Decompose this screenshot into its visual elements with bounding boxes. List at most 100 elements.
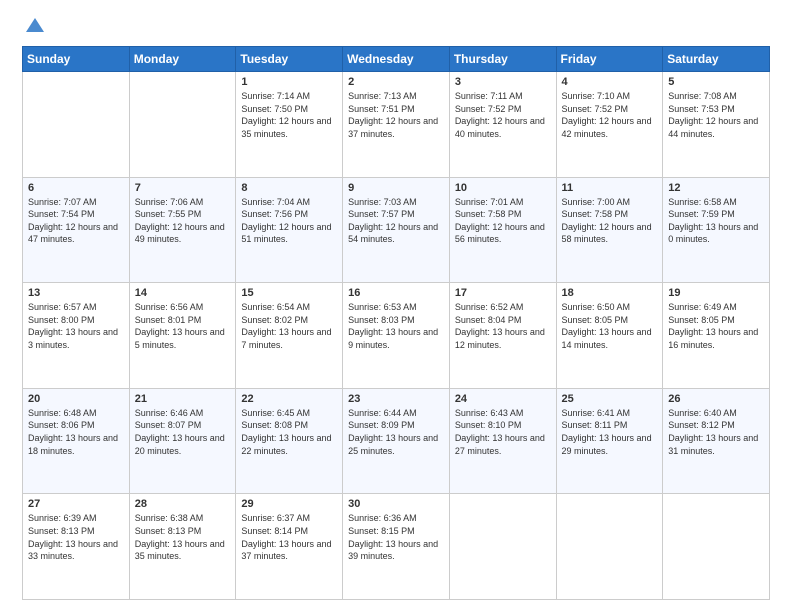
calendar-cell: 12 Sunrise: 6:58 AM Sunset: 7:59 PM Dayli… (663, 177, 770, 283)
day-number: 18 (562, 287, 658, 299)
day-info: Sunrise: 6:57 AM Sunset: 8:00 PM Dayligh… (28, 301, 124, 351)
calendar-cell: 13 Sunrise: 6:57 AM Sunset: 8:00 PM Dayli… (23, 283, 130, 389)
day-number: 17 (455, 287, 551, 299)
day-number: 10 (455, 182, 551, 194)
day-number: 24 (455, 393, 551, 405)
calendar-cell: 27 Sunrise: 6:39 AM Sunset: 8:13 PM Dayli… (23, 494, 130, 600)
calendar-cell: 28 Sunrise: 6:38 AM Sunset: 8:13 PM Dayli… (129, 494, 236, 600)
calendar-cell: 10 Sunrise: 7:01 AM Sunset: 7:58 PM Dayli… (449, 177, 556, 283)
day-info: Sunrise: 6:53 AM Sunset: 8:03 PM Dayligh… (348, 301, 444, 351)
day-number: 5 (668, 76, 764, 88)
day-number: 2 (348, 76, 444, 88)
calendar-cell: 3 Sunrise: 7:11 AM Sunset: 7:52 PM Daylig… (449, 72, 556, 178)
day-number: 14 (135, 287, 231, 299)
day-info: Sunrise: 7:06 AM Sunset: 7:55 PM Dayligh… (135, 196, 231, 246)
day-info: Sunrise: 7:10 AM Sunset: 7:52 PM Dayligh… (562, 90, 658, 140)
calendar-cell: 14 Sunrise: 6:56 AM Sunset: 8:01 PM Dayli… (129, 283, 236, 389)
calendar-cell: 15 Sunrise: 6:54 AM Sunset: 8:02 PM Dayli… (236, 283, 343, 389)
day-number: 22 (241, 393, 337, 405)
calendar-cell: 7 Sunrise: 7:06 AM Sunset: 7:55 PM Daylig… (129, 177, 236, 283)
day-info: Sunrise: 6:41 AM Sunset: 8:11 PM Dayligh… (562, 407, 658, 457)
day-number: 6 (28, 182, 124, 194)
calendar-header-sunday: Sunday (23, 47, 130, 72)
calendar-header-friday: Friday (556, 47, 663, 72)
day-info: Sunrise: 7:00 AM Sunset: 7:58 PM Dayligh… (562, 196, 658, 246)
day-number: 16 (348, 287, 444, 299)
calendar-cell (663, 494, 770, 600)
day-info: Sunrise: 6:38 AM Sunset: 8:13 PM Dayligh… (135, 512, 231, 562)
day-info: Sunrise: 6:36 AM Sunset: 8:15 PM Dayligh… (348, 512, 444, 562)
day-number: 4 (562, 76, 658, 88)
day-info: Sunrise: 6:40 AM Sunset: 8:12 PM Dayligh… (668, 407, 764, 457)
logo-icon (24, 14, 46, 36)
day-info: Sunrise: 6:50 AM Sunset: 8:05 PM Dayligh… (562, 301, 658, 351)
day-info: Sunrise: 7:08 AM Sunset: 7:53 PM Dayligh… (668, 90, 764, 140)
calendar-week-3: 13 Sunrise: 6:57 AM Sunset: 8:00 PM Dayli… (23, 283, 770, 389)
day-number: 27 (28, 498, 124, 510)
calendar-cell: 29Sunrise: 6:37 AM Sunset: 8:14 PM Dayli… (236, 494, 343, 600)
day-info: Sunrise: 7:07 AM Sunset: 7:54 PM Dayligh… (28, 196, 124, 246)
day-number: 28 (135, 498, 231, 510)
day-info: Sunrise: 6:49 AM Sunset: 8:05 PM Dayligh… (668, 301, 764, 351)
day-number: 13 (28, 287, 124, 299)
header (22, 18, 770, 36)
day-number: 20 (28, 393, 124, 405)
day-number: 25 (562, 393, 658, 405)
day-number: 15 (241, 287, 337, 299)
day-number: 23 (348, 393, 444, 405)
day-info: Sunrise: 6:45 AM Sunset: 8:08 PM Dayligh… (241, 407, 337, 457)
calendar-table: SundayMondayTuesdayWednesdayThursdayFrid… (22, 46, 770, 600)
calendar-cell: 8 Sunrise: 7:04 AM Sunset: 7:56 PM Daylig… (236, 177, 343, 283)
day-number: 26 (668, 393, 764, 405)
day-info: Sunrise: 7:03 AM Sunset: 7:57 PM Dayligh… (348, 196, 444, 246)
calendar-cell: 21Sunrise: 6:46 AM Sunset: 8:07 PM Dayli… (129, 388, 236, 494)
calendar-cell: 30Sunrise: 6:36 AM Sunset: 8:15 PM Dayli… (343, 494, 450, 600)
calendar-header-wednesday: Wednesday (343, 47, 450, 72)
calendar-cell (449, 494, 556, 600)
day-info: Sunrise: 7:11 AM Sunset: 7:52 PM Dayligh… (455, 90, 551, 140)
calendar-cell: 11 Sunrise: 7:00 AM Sunset: 7:58 PM Dayli… (556, 177, 663, 283)
day-info: Sunrise: 6:52 AM Sunset: 8:04 PM Dayligh… (455, 301, 551, 351)
day-info: Sunrise: 6:56 AM Sunset: 8:01 PM Dayligh… (135, 301, 231, 351)
calendar-cell: 9 Sunrise: 7:03 AM Sunset: 7:57 PM Daylig… (343, 177, 450, 283)
calendar-cell (556, 494, 663, 600)
calendar-week-5: 27 Sunrise: 6:39 AM Sunset: 8:13 PM Dayli… (23, 494, 770, 600)
day-info: Sunrise: 7:01 AM Sunset: 7:58 PM Dayligh… (455, 196, 551, 246)
calendar-cell (129, 72, 236, 178)
day-info: Sunrise: 7:13 AM Sunset: 7:51 PM Dayligh… (348, 90, 444, 140)
calendar-cell: 5 Sunrise: 7:08 AM Sunset: 7:53 PM Daylig… (663, 72, 770, 178)
day-info: Sunrise: 6:43 AM Sunset: 8:10 PM Dayligh… (455, 407, 551, 457)
day-number: 29 (241, 498, 337, 510)
calendar-cell: 23 Sunrise: 6:44 AM Sunset: 8:09 PM Dayli… (343, 388, 450, 494)
calendar-header-thursday: Thursday (449, 47, 556, 72)
day-info: Sunrise: 6:48 AM Sunset: 8:06 PM Dayligh… (28, 407, 124, 457)
calendar-header-tuesday: Tuesday (236, 47, 343, 72)
calendar-cell: 1Sunrise: 7:14 AM Sunset: 7:50 PM Daylig… (236, 72, 343, 178)
day-info: Sunrise: 6:44 AM Sunset: 8:09 PM Dayligh… (348, 407, 444, 457)
calendar-cell: 6 Sunrise: 7:07 AM Sunset: 7:54 PM Daylig… (23, 177, 130, 283)
logo (22, 18, 46, 36)
day-info: Sunrise: 6:39 AM Sunset: 8:13 PM Dayligh… (28, 512, 124, 562)
calendar-cell: 19 Sunrise: 6:49 AM Sunset: 8:05 PM Dayli… (663, 283, 770, 389)
calendar-header-monday: Monday (129, 47, 236, 72)
day-info: Sunrise: 6:54 AM Sunset: 8:02 PM Dayligh… (241, 301, 337, 351)
day-number: 9 (348, 182, 444, 194)
day-info: Sunrise: 7:04 AM Sunset: 7:56 PM Dayligh… (241, 196, 337, 246)
calendar-week-1: 1Sunrise: 7:14 AM Sunset: 7:50 PM Daylig… (23, 72, 770, 178)
calendar-cell: 26 Sunrise: 6:40 AM Sunset: 8:12 PM Dayli… (663, 388, 770, 494)
day-info: Sunrise: 6:58 AM Sunset: 7:59 PM Dayligh… (668, 196, 764, 246)
day-number: 19 (668, 287, 764, 299)
calendar-week-4: 20 Sunrise: 6:48 AM Sunset: 8:06 PM Dayli… (23, 388, 770, 494)
calendar-week-2: 6 Sunrise: 7:07 AM Sunset: 7:54 PM Daylig… (23, 177, 770, 283)
day-number: 11 (562, 182, 658, 194)
day-number: 7 (135, 182, 231, 194)
calendar-cell: 22 Sunrise: 6:45 AM Sunset: 8:08 PM Dayli… (236, 388, 343, 494)
calendar-cell: 16 Sunrise: 6:53 AM Sunset: 8:03 PM Dayli… (343, 283, 450, 389)
calendar-cell: 25 Sunrise: 6:41 AM Sunset: 8:11 PM Dayli… (556, 388, 663, 494)
day-info: Sunrise: 7:14 AM Sunset: 7:50 PM Dayligh… (241, 90, 337, 140)
calendar-cell: 24 Sunrise: 6:43 AM Sunset: 8:10 PM Dayli… (449, 388, 556, 494)
day-number: 3 (455, 76, 551, 88)
day-info: Sunrise: 6:46 AM Sunset: 8:07 PM Dayligh… (135, 407, 231, 457)
day-number: 12 (668, 182, 764, 194)
day-number: 8 (241, 182, 337, 194)
